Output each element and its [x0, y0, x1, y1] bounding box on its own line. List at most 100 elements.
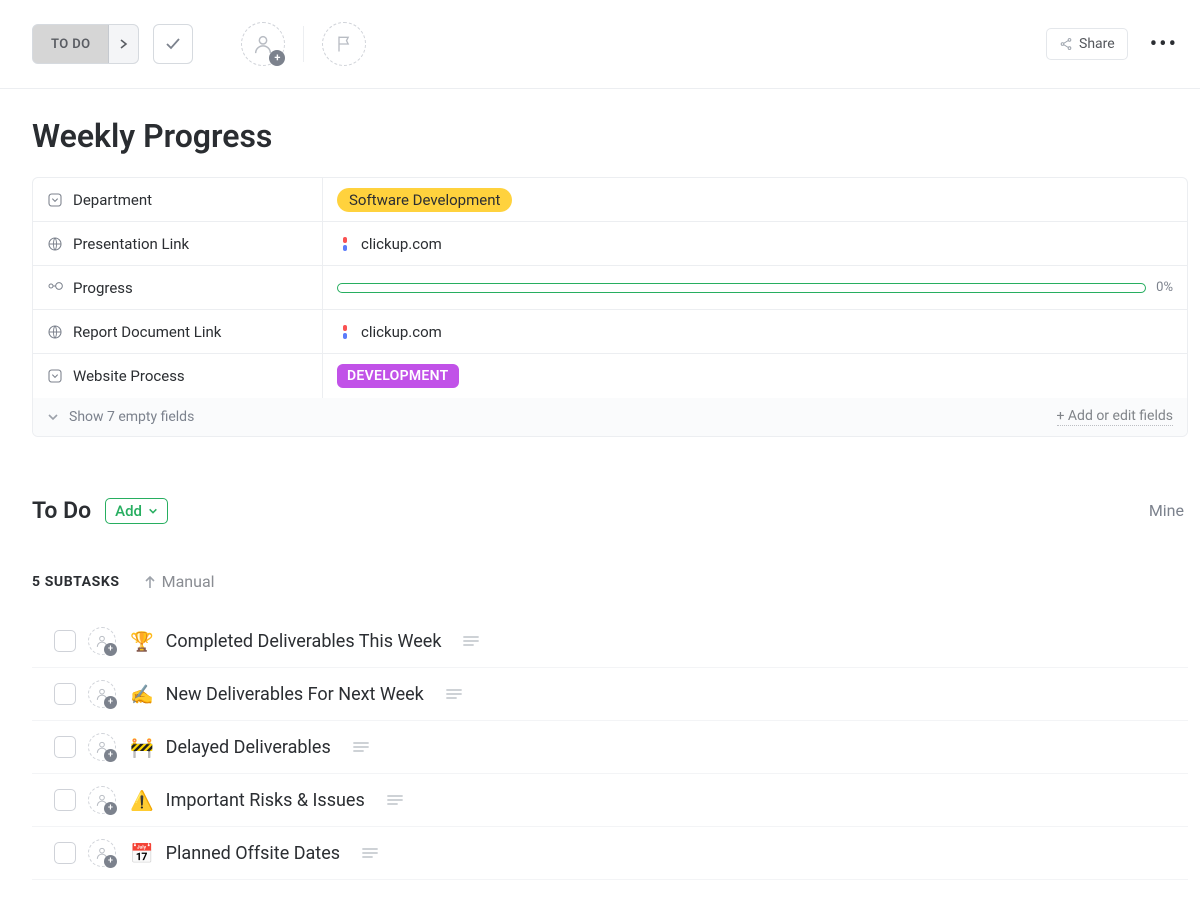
subtask-row[interactable]: + ✍️ New Deliverables For Next Week: [32, 668, 1188, 721]
todo-section-header: To Do Add Mine: [32, 497, 1188, 524]
complete-button[interactable]: [153, 24, 193, 64]
field-label: Presentation Link: [33, 222, 323, 265]
field-row-website-process: Website Process DEVELOPMENT: [33, 354, 1187, 398]
set-priority-button[interactable]: [322, 22, 366, 66]
progress-bar[interactable]: [337, 283, 1146, 293]
assign-user-button[interactable]: +: [88, 680, 116, 708]
field-value[interactable]: DEVELOPMENT: [323, 354, 1187, 398]
description-icon[interactable]: [362, 847, 378, 859]
clickup-favicon-icon: [337, 236, 353, 252]
chevron-down-icon: [148, 506, 158, 516]
description-icon[interactable]: [446, 688, 462, 700]
field-row-report-link: Report Document Link clickup.com: [33, 310, 1187, 354]
subtask-row[interactable]: + ⚠️ Important Risks & Issues: [32, 774, 1188, 827]
add-label: Add: [115, 502, 142, 520]
field-value[interactable]: clickup.com: [323, 310, 1187, 353]
field-name: Department: [73, 191, 152, 209]
subtasks-count: 5 SUBTASKS: [32, 574, 120, 590]
status-group: TO DO: [32, 24, 139, 64]
subtask-meta: 5 SUBTASKS Manual: [32, 572, 1188, 591]
plus-badge-icon: +: [104, 643, 117, 656]
mine-filter-button[interactable]: Mine: [1149, 501, 1188, 520]
field-row-department: Department Software Development: [33, 178, 1187, 222]
field-name: Report Document Link: [73, 323, 221, 341]
field-row-progress: Progress 0%: [33, 266, 1187, 310]
assign-user-button[interactable]: +: [241, 22, 285, 66]
plus-badge-icon: +: [104, 696, 117, 709]
globe-icon: [47, 236, 63, 252]
subtask-emoji: 🏆: [130, 630, 154, 653]
clickup-favicon-icon: [337, 324, 353, 340]
dropdown-icon: [47, 192, 63, 208]
subtask-checkbox[interactable]: [54, 736, 76, 758]
task-title[interactable]: Weekly Progress: [32, 117, 1188, 155]
sort-label: Manual: [162, 572, 215, 591]
arrow-up-icon: [144, 575, 156, 589]
field-name: Website Process: [73, 367, 185, 385]
field-label: Report Document Link: [33, 310, 323, 353]
flag-icon: [334, 34, 354, 54]
subtask-checkbox[interactable]: [54, 789, 76, 811]
field-pill: Software Development: [337, 188, 512, 212]
link-text: clickup.com: [361, 323, 442, 341]
field-row-presentation-link: Presentation Link clickup.com: [33, 222, 1187, 266]
field-label: Website Process: [33, 354, 323, 398]
fields-footer: Show 7 empty fields + Add or edit fields: [33, 398, 1187, 436]
plus-badge-icon: +: [104, 802, 117, 815]
subtask-checkbox[interactable]: [54, 630, 76, 652]
field-name: Presentation Link: [73, 235, 189, 253]
field-name: Progress: [73, 279, 133, 297]
field-value[interactable]: 0%: [323, 266, 1187, 309]
subtask-row[interactable]: + 📅 Planned Offsite Dates: [32, 827, 1188, 880]
subtask-emoji: 🚧: [130, 736, 154, 759]
show-empty-fields-button[interactable]: Show 7 empty fields: [69, 409, 194, 425]
add-subtask-button[interactable]: Add: [105, 498, 168, 524]
subtask-name[interactable]: Delayed Deliverables: [166, 737, 331, 758]
caret-right-icon: [120, 39, 128, 49]
subtask-row[interactable]: + 🏆 Completed Deliverables This Week: [32, 615, 1188, 668]
field-label: Progress: [33, 266, 323, 309]
subtask-emoji: ✍️: [130, 683, 154, 706]
description-icon[interactable]: [387, 794, 403, 806]
todo-heading: To Do: [32, 497, 91, 524]
subtask-checkbox[interactable]: [54, 683, 76, 705]
custom-fields: Department Software Development Presenta…: [32, 177, 1188, 437]
assign-user-button[interactable]: +: [88, 839, 116, 867]
progress-icon: [47, 280, 63, 296]
more-options-button[interactable]: •••: [1144, 32, 1184, 57]
subtask-checkbox[interactable]: [54, 842, 76, 864]
subtask-name[interactable]: Completed Deliverables This Week: [166, 631, 442, 652]
status-dropdown-arrow[interactable]: [108, 25, 138, 63]
add-edit-fields-button[interactable]: + Add or edit fields: [1057, 408, 1174, 426]
status-button[interactable]: TO DO: [33, 27, 108, 62]
sort-button[interactable]: Manual: [144, 572, 215, 591]
progress-percent: 0%: [1156, 280, 1173, 295]
subtask-name[interactable]: Important Risks & Issues: [166, 790, 365, 811]
globe-icon: [47, 324, 63, 340]
field-value[interactable]: Software Development: [323, 178, 1187, 221]
subtask-row[interactable]: + 🚧 Delayed Deliverables: [32, 721, 1188, 774]
plus-badge-icon: +: [104, 749, 117, 762]
assign-user-button[interactable]: +: [88, 627, 116, 655]
plus-badge-icon: +: [269, 50, 285, 66]
task-header: TO DO + Share •••: [0, 0, 1200, 89]
assign-user-button[interactable]: +: [88, 733, 116, 761]
field-value[interactable]: clickup.com: [323, 222, 1187, 265]
share-button[interactable]: Share: [1046, 28, 1128, 60]
dropdown-icon: [47, 368, 63, 384]
subtasks-list: + 🏆 Completed Deliverables This Week + ✍️ New…: [32, 615, 1188, 880]
plus-badge-icon: +: [104, 855, 117, 868]
description-icon[interactable]: [463, 635, 479, 647]
divider: [303, 26, 304, 62]
subtask-emoji: 📅: [130, 842, 154, 865]
chevron-down-icon: [47, 411, 59, 423]
subtask-emoji: ⚠️: [130, 789, 154, 812]
link-text: clickup.com: [361, 235, 442, 253]
subtask-name[interactable]: New Deliverables For Next Week: [166, 684, 424, 705]
assign-user-button[interactable]: +: [88, 786, 116, 814]
check-icon: [165, 36, 181, 52]
share-icon: [1059, 37, 1073, 51]
subtask-name[interactable]: Planned Offsite Dates: [166, 843, 340, 864]
field-label: Department: [33, 178, 323, 221]
description-icon[interactable]: [353, 741, 369, 753]
